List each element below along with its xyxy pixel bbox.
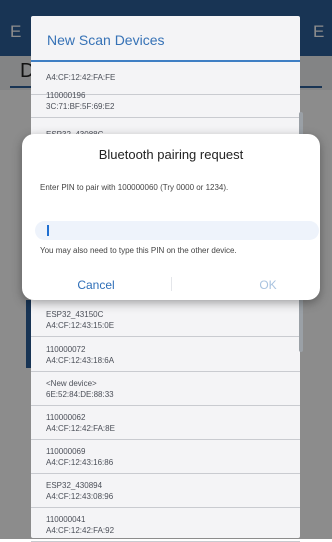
device-name: ESP32_430894	[46, 481, 103, 490]
device-name: ESP32_43150C	[46, 310, 104, 319]
device-name: 110000069	[46, 447, 86, 456]
device-list-item[interactable]: 110000069 A4:CF:12:43:16:86	[31, 443, 300, 474]
device-address: A4:CF:12:43:18:6A	[46, 356, 115, 365]
device-name: <New device>	[46, 379, 97, 388]
device-address: A4:CF:12:43:15:0E	[46, 321, 115, 330]
device-name: 110000196	[46, 91, 86, 100]
device-address: 6E:52:84:DE:88:33	[46, 390, 114, 399]
device-name: 110000041	[46, 515, 86, 524]
pairing-hint: You may also need to type this PIN on th…	[40, 246, 237, 255]
device-list-item[interactable]: 110000041 A4:CF:12:42:FA:92	[31, 511, 300, 542]
pairing-message: Enter PIN to pair with 100000060 (Try 00…	[40, 183, 229, 192]
device-name: 110000062	[46, 413, 86, 422]
pairing-dialog: Bluetooth pairing request Enter PIN to p…	[22, 134, 320, 300]
text-cursor	[47, 225, 49, 236]
ok-button[interactable]: OK	[218, 274, 318, 296]
device-list-item[interactable]: ESP32_43150C A4:CF:12:43:15:0E	[31, 306, 300, 337]
button-divider	[171, 277, 172, 291]
scan-dialog-title-divider	[31, 60, 300, 62]
device-address: A4:CF:12:42:FA:92	[46, 526, 115, 535]
device-list-item[interactable]: ESP32_430894 A4:CF:12:43:08:96	[31, 477, 300, 508]
device-address: A4:CF:12:43:16:86	[46, 458, 114, 467]
device-list-item[interactable]: <New device> 6E:52:84:DE:88:33	[31, 375, 300, 406]
scan-dialog-title: New Scan Devices	[47, 32, 165, 48]
device-address: A4:CF:12:42:FA:8E	[46, 424, 115, 433]
pairing-dialog-title: Bluetooth pairing request	[98, 147, 244, 162]
pin-input[interactable]	[35, 221, 319, 240]
cancel-button[interactable]: Cancel	[46, 274, 146, 296]
device-name: 110000072	[46, 345, 86, 354]
device-list-item[interactable]: 110000072 A4:CF:12:43:18:6A	[31, 341, 300, 372]
device-list-item[interactable]: 110000062 A4:CF:12:42:FA:8E	[31, 409, 300, 440]
device-address: A4:CF:12:43:08:96	[46, 492, 114, 501]
device-address: A4:CF:12:42:FA:FE	[46, 73, 116, 82]
device-address: 3C:71:BF:5F:69:E2	[46, 102, 115, 111]
device-list-item[interactable]: 110000196 3C:71:BF:5F:69:E2	[31, 87, 300, 118]
